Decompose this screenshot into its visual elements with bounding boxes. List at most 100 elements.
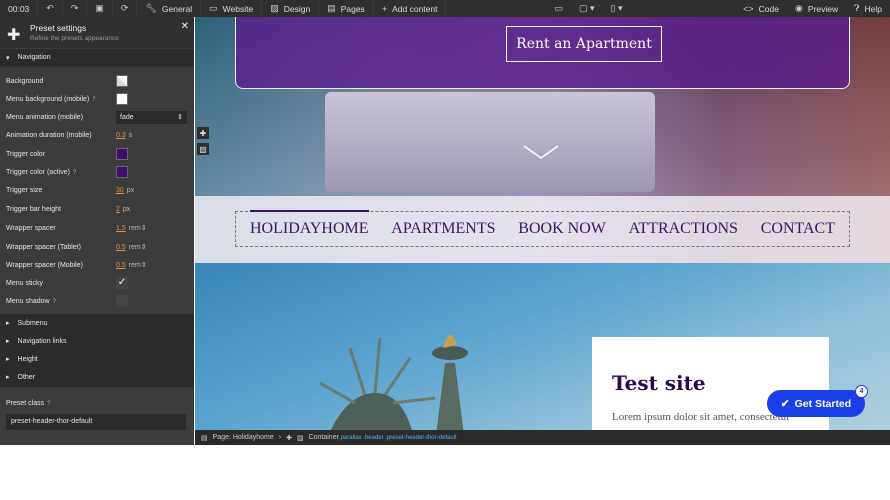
help-icon: ❓︎ (854, 3, 860, 13)
plus-icon: + (381, 3, 388, 14)
general-button[interactable]: 🔧︎ General (137, 0, 202, 17)
unit-select[interactable]: rem⇕ (129, 243, 147, 251)
image-icon: ▨ (296, 434, 304, 442)
check-circle-icon: ✔ (780, 397, 790, 410)
menu-shadow-checkbox[interactable] (116, 295, 128, 307)
desktop-view-button[interactable]: ▭ (546, 0, 571, 17)
label: Menu animation (mobile) (6, 113, 84, 121)
menu-animation-select[interactable]: fade ⇕ (116, 110, 187, 124)
wrapper-spacer-tablet-input[interactable]: 0.5 (116, 244, 126, 251)
pages-button[interactable]: ▤ Pages (319, 0, 374, 17)
menu-sticky-checkbox[interactable]: ✓ (116, 277, 128, 289)
card-text: Lorem ipsum dolor sit amet, consectetur (612, 411, 790, 423)
wrapper-spacer-input[interactable]: 1.5 (116, 225, 126, 232)
nav-item-book-now[interactable]: BOOK NOW (518, 220, 606, 238)
row-trigger-color-active: Trigger color (active)? (6, 165, 188, 179)
section-submenu[interactable]: ▸ Submenu (0, 314, 194, 332)
label: Wrapper spacer (Tablet) (6, 243, 81, 251)
breadcrumb-container[interactable]: Container.parallax .header .preset-heade… (309, 434, 457, 441)
label: Menu shadow? (6, 298, 116, 305)
trigger-color-active-swatch[interactable] (116, 166, 128, 178)
hero-overlay-box: Rent an Apartment (235, 17, 850, 89)
close-icon[interactable]: ✕ (181, 21, 189, 32)
label: Trigger color (6, 150, 46, 158)
label: Trigger color (active)? (6, 169, 116, 176)
row-anim-duration: Animation duration (mobile) 0.3 s (6, 128, 188, 142)
background-swatch[interactable] (116, 75, 128, 87)
menu-bg-swatch[interactable] (116, 93, 128, 105)
unit: px (122, 205, 131, 213)
unit: px (126, 186, 135, 194)
preset-class-input[interactable]: preset-header-thor-default (6, 414, 186, 430)
mobile-view-button[interactable]: ▯ ▾ (603, 0, 631, 17)
save-icon: ▣ (95, 3, 104, 13)
undo-button[interactable]: ↶ (38, 0, 63, 17)
row-wrapper-spacer-mobile: Wrapper spacer (Mobile) 0.5 rem⇕ (6, 258, 188, 272)
unit: s (128, 131, 133, 139)
help-button[interactable]: ❓︎ Help (846, 0, 890, 17)
rent-apartment-button[interactable]: Rent an Apartment (506, 26, 662, 62)
help-icon[interactable]: ? (53, 299, 56, 305)
image-icon[interactable]: ▨ (197, 143, 209, 155)
help-label: Help (864, 3, 882, 14)
notification-badge: 4 (855, 385, 868, 398)
unit-select[interactable]: rem⇕ (129, 224, 147, 232)
get-started-label: Get Started (794, 397, 852, 410)
section-height[interactable]: ▸ Height (0, 350, 194, 368)
nav-item-contact[interactable]: CONTACT (761, 220, 835, 238)
row-menu-sticky: Menu sticky ✓ (6, 276, 188, 290)
website-button[interactable]: ▭ Website (201, 0, 263, 17)
section-navigation-links[interactable]: ▸ Navigation links (0, 332, 194, 350)
label: Trigger bar height (6, 205, 61, 213)
caret-right-icon: ▸ (6, 338, 10, 345)
redo-icon: ↷ (70, 3, 79, 13)
tablet-view-button[interactable]: ▢ ▾ (571, 0, 603, 17)
breadcrumb-page[interactable]: Page: Holidayhome (213, 434, 274, 441)
label-text: Preset class (6, 400, 45, 407)
trigger-color-swatch[interactable] (116, 148, 128, 160)
desktop-icon: ▭ (554, 3, 563, 13)
preview-button[interactable]: ◉ Preview (787, 0, 846, 17)
panel-subtitle: Refine the presets appearance (30, 35, 119, 42)
chevron-down-icon[interactable] (523, 145, 559, 159)
help-icon[interactable]: ? (47, 401, 50, 407)
trigger-size-input[interactable]: 30 (116, 187, 124, 194)
wrapper-spacer-mobile-input[interactable]: 0.5 (116, 262, 126, 269)
design-button[interactable]: ▨ Design (262, 0, 320, 17)
nav-item-apartments[interactable]: APARTMENTS (391, 220, 495, 238)
redo-button[interactable]: ↷ (63, 0, 88, 17)
label: Wrapper spacer (6, 224, 56, 232)
container-label: Container (308, 434, 339, 441)
site-canvas: Rent an Apartment ✚ ▨ HOLIDAYHOME APARTM… (195, 17, 890, 430)
nav-item-attractions[interactable]: ATTRACTIONS (629, 220, 738, 238)
help-icon[interactable]: ? (92, 97, 95, 103)
code-button[interactable]: <> Code (735, 0, 787, 17)
label: Animation duration (mobile) (6, 131, 92, 139)
caret-right-icon: ▸ (6, 374, 10, 381)
anim-duration-input[interactable]: 0.3 (116, 132, 126, 139)
label: Background (6, 77, 44, 85)
add-content-button[interactable]: + Add content (374, 0, 447, 17)
refresh-icon: ⟳ (120, 3, 129, 13)
panel-title: Preset settings (30, 23, 87, 33)
puzzle-icon: ✚ (7, 27, 21, 44)
nav-item-holidayhome[interactable]: HOLIDAYHOME (250, 210, 369, 238)
label: Wrapper spacer (Mobile) (6, 261, 83, 269)
get-started-button[interactable]: ✔ Get Started (767, 390, 865, 417)
puzzle-icon[interactable]: ✚ (197, 127, 209, 139)
mobile-icon: ▯ ▾ (610, 3, 623, 13)
trigger-bar-height-input[interactable]: 2 (116, 206, 120, 213)
help-icon[interactable]: ? (73, 170, 76, 176)
refresh-button[interactable]: ⟳ (113, 0, 138, 17)
unit-select[interactable]: rem⇕ (129, 261, 147, 269)
section-other[interactable]: ▸ Other (0, 368, 194, 386)
statue-illustration (319, 334, 468, 430)
tablet-icon: ▢ ▾ (578, 3, 595, 13)
page-icon: ▤ (201, 434, 208, 442)
card-title: Test site (612, 371, 706, 395)
section-navigation[interactable]: ▾ Navigation (0, 49, 194, 67)
save-button[interactable]: ▣ (87, 0, 113, 17)
undo-icon: ↶ (46, 3, 54, 13)
monitor-icon: ▭ (209, 3, 218, 13)
design-label: Design (283, 3, 311, 14)
